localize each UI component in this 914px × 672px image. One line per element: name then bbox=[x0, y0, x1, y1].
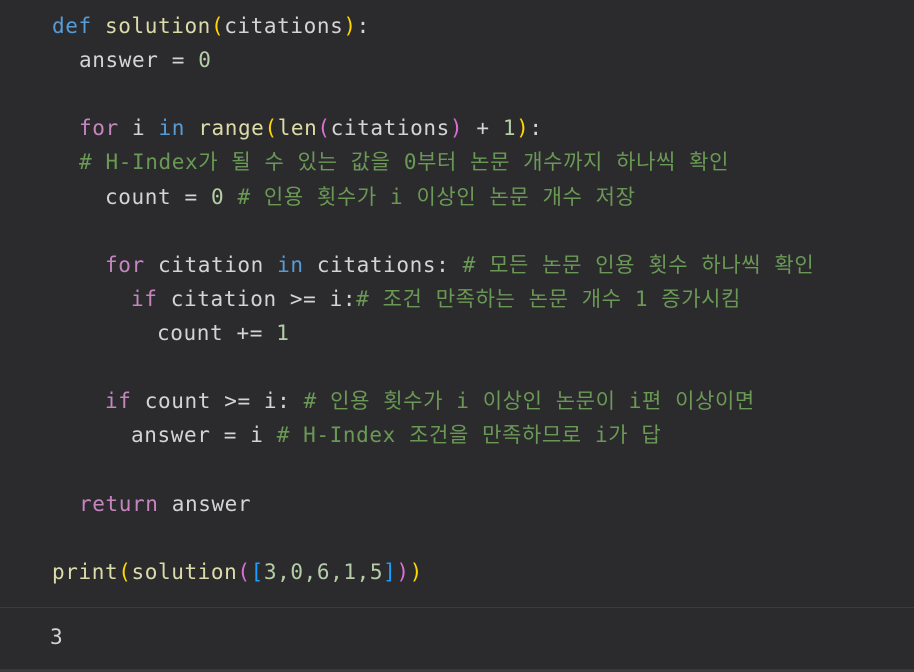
code-line-5[interactable]: # H-Index가 될 수 있는 값을 0부터 논문 개수까지 하나씩 확인 bbox=[79, 145, 729, 179]
comment: # 조건 만족하는 논문 개수 1 증가시킴 bbox=[356, 287, 741, 311]
keyword-if: if bbox=[105, 389, 132, 413]
iterable: citations bbox=[303, 253, 437, 277]
operator: = bbox=[158, 48, 199, 72]
paren: ( bbox=[264, 116, 278, 140]
keyword-def: def bbox=[52, 14, 92, 38]
comment: # 모든 논문 인용 횟수 하나씩 확인 bbox=[449, 253, 815, 277]
keyword-if: if bbox=[131, 287, 158, 311]
operator: + bbox=[463, 116, 503, 140]
variable: count bbox=[157, 321, 224, 345]
output-area: 3 bbox=[0, 608, 914, 672]
code-line-12[interactable]: if count >= i: # 인용 횟수가 i 이상인 논문이 i편 이상이… bbox=[105, 384, 755, 418]
builtin-print: print bbox=[52, 560, 119, 584]
code-line-6[interactable]: count = 0 # 인용 횟수가 i 이상인 논문 개수 저장 bbox=[105, 180, 636, 214]
paren: ) bbox=[343, 14, 357, 38]
builtin-range: range bbox=[184, 116, 265, 140]
code-line-8[interactable]: for citation in citations: # 모든 논문 인용 횟수… bbox=[105, 248, 814, 282]
number: 1 bbox=[276, 321, 290, 345]
comment: # H-Index 조건을 만족하므로 i가 답 bbox=[263, 423, 662, 447]
variable: i bbox=[118, 116, 159, 140]
keyword-return: return bbox=[79, 492, 159, 516]
number: 0 bbox=[210, 185, 225, 209]
function-call: solution bbox=[131, 560, 238, 584]
builtin-len: len bbox=[277, 116, 318, 140]
bracket: ] bbox=[383, 560, 397, 584]
number: 1 bbox=[502, 116, 517, 140]
list-values: 3,0,6,1,5 bbox=[263, 560, 384, 584]
code-editor[interactable]: def solution(citations): answer = 0 for … bbox=[0, 0, 914, 607]
keyword-in: in bbox=[158, 116, 185, 140]
colon: : bbox=[436, 253, 450, 277]
bracket: [ bbox=[250, 560, 264, 584]
operator: = bbox=[171, 185, 211, 209]
paren: ( bbox=[118, 560, 132, 584]
keyword-for: for bbox=[105, 253, 145, 277]
variable: answer bbox=[158, 492, 252, 516]
function-name: solution bbox=[104, 14, 211, 38]
code-line-15[interactable]: return answer bbox=[79, 487, 251, 521]
operator: = bbox=[210, 423, 251, 447]
colon: : bbox=[356, 14, 370, 38]
code-line-17[interactable]: print(solution([3,0,6,1,5])) bbox=[52, 555, 423, 589]
paren: ( bbox=[210, 14, 225, 38]
code-line-2[interactable]: answer = 0 bbox=[79, 43, 211, 77]
colon: : bbox=[529, 116, 543, 140]
comment: # H-Index가 될 수 있는 값을 0부터 논문 개수까지 하나씩 확인 bbox=[79, 150, 730, 174]
keyword-for: for bbox=[79, 116, 119, 140]
expression: count >= i: bbox=[131, 389, 291, 413]
variable: citation bbox=[144, 253, 278, 277]
number: 0 bbox=[198, 48, 212, 72]
paren: ) bbox=[449, 116, 464, 140]
keyword-in: in bbox=[277, 253, 304, 277]
paren: ( bbox=[237, 560, 251, 584]
code-line-1[interactable]: def solution(citations): bbox=[52, 9, 370, 43]
operator: += bbox=[223, 321, 277, 345]
variable: answer bbox=[131, 423, 211, 447]
variable: answer bbox=[79, 48, 159, 72]
paren: ) bbox=[516, 116, 530, 140]
variable: count bbox=[105, 185, 172, 209]
code-line-13[interactable]: answer = i # H-Index 조건을 만족하므로 i가 답 bbox=[131, 418, 661, 452]
paren: ) bbox=[409, 560, 423, 584]
code-line-4[interactable]: for i in range(len(citations) + 1): bbox=[79, 111, 543, 145]
output-text: 3 bbox=[50, 625, 63, 649]
code-line-9[interactable]: if citation >= i:# 조건 만족하는 논문 개수 1 증가시킴 bbox=[131, 282, 741, 316]
code-line-10[interactable]: count += 1 bbox=[157, 316, 289, 350]
paren: ) bbox=[396, 560, 410, 584]
paren: ( bbox=[317, 116, 331, 140]
expression: citation >= i: bbox=[157, 287, 357, 311]
comment: # 인용 횟수가 i 이상인 논문 개수 저장 bbox=[224, 185, 636, 209]
comment: # 인용 횟수가 i 이상인 논문이 i편 이상이면 bbox=[290, 389, 755, 413]
variable: i bbox=[250, 423, 264, 447]
argument: citations bbox=[330, 116, 450, 140]
parameter: citations bbox=[224, 14, 344, 38]
